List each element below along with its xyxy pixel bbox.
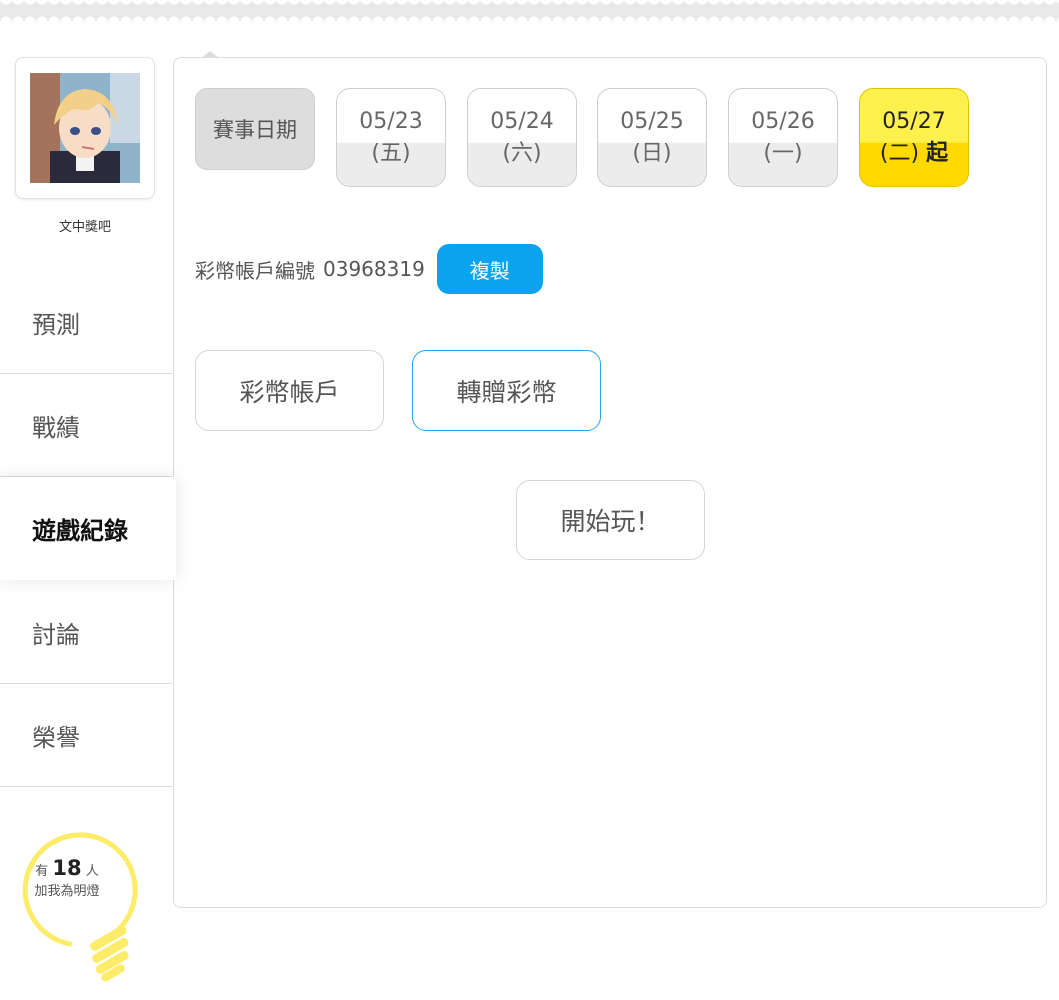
account-number: 03968319 [323,257,425,281]
avatar-image [30,73,140,183]
bulb-caption: 加我為明燈 [34,884,100,899]
match-date-label: 賽事日期 [195,88,315,170]
username: 文中獎吧 [58,220,111,235]
weekday-text: (五) [371,140,411,166]
weekday-text: (二) [879,140,920,166]
follower-count: 18 [52,856,82,880]
decorative-top-border [0,0,1059,22]
date-text: 05/27 [882,108,946,134]
tab-transfer-coins[interactable]: 轉贈彩幣 [412,350,601,431]
date-onward-text: 起 [926,140,949,166]
sidebar-item-predict[interactable]: 預測 [0,271,172,374]
weekday-text: (一) [763,140,803,166]
tab-coin-account[interactable]: 彩幣帳戶 [195,350,384,431]
sidebar-item-honor[interactable]: 榮譽 [0,684,172,787]
weekday-text: (六) [502,140,542,166]
date-button-0524[interactable]: 05/24 (六) [467,88,577,187]
date-text: 05/24 [490,108,554,134]
weekday-text: (日) [632,140,672,166]
date-button-0525[interactable]: 05/25 (日) [597,88,707,187]
sidebar-item-game-history[interactable]: 遊戲紀錄 [0,477,176,580]
sidebar-item-discussion[interactable]: 討論 [0,581,172,684]
date-text: 05/26 [751,108,815,134]
account-number-row: 彩幣帳戶編號 03968319 複製 [195,244,543,294]
weekday-line: (二) 起 [880,138,948,170]
date-button-0526[interactable]: 05/26 (一) [728,88,838,187]
date-text: 05/25 [620,108,684,134]
bulb-prefix: 有 [35,864,49,879]
bulb-follower-count[interactable]: 有 18 人 加我為明燈 [12,858,122,902]
date-text: 05/23 [359,108,423,134]
date-button-0527[interactable]: 05/27 (二) 起 [859,88,969,187]
avatar[interactable] [15,57,155,199]
copy-button[interactable]: 複製 [436,244,543,294]
start-play-button[interactable]: 開始玩！ [516,480,705,560]
sidebar-item-record[interactable]: 戰績 [0,374,172,477]
lightbulb-icon [22,832,138,982]
date-button-0523[interactable]: 05/23 (五) [336,88,446,187]
account-label: 彩幣帳戶編號 [195,258,315,283]
bulb-suffix: 人 [85,864,99,879]
